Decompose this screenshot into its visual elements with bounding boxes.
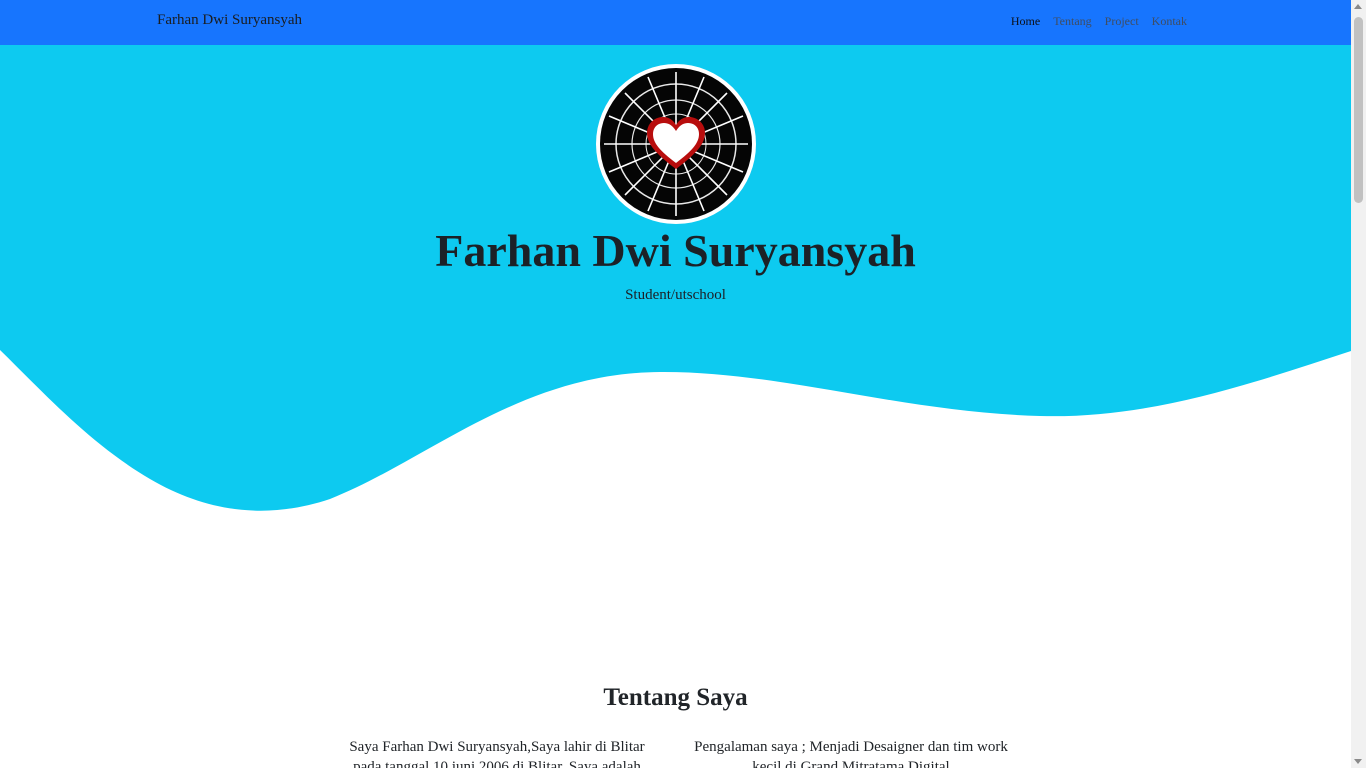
navbar-brand[interactable]: Farhan Dwi Suryansyah <box>157 12 302 29</box>
about-title: Tentang Saya <box>603 684 748 711</box>
page-viewport: Farhan Dwi Suryansyah Home Tentang Proje… <box>0 0 1351 768</box>
navbar: Farhan Dwi Suryansyah Home Tentang Proje… <box>0 0 1351 45</box>
nav-link-kontak[interactable]: Kontak <box>1152 14 1187 29</box>
about-text-right: Pengalaman saya ; Menjadi Desaigner dan … <box>694 739 1008 768</box>
hero-title: Farhan Dwi Suryansyah <box>435 225 916 276</box>
nav-link-home[interactable]: Home <box>1011 14 1040 29</box>
nav-menu: Home Tentang Project Kontak <box>1011 14 1187 29</box>
nav-link-project[interactable]: Project <box>1105 14 1139 29</box>
nav-link-tentang[interactable]: Tentang <box>1053 14 1091 29</box>
about-text-left: Saya Farhan Dwi Suryansyah,Saya lahir di… <box>349 739 645 768</box>
hero-subtitle: Student/utschool <box>625 287 726 303</box>
scrollbar-thumb[interactable] <box>1354 17 1363 203</box>
avatar <box>596 64 756 224</box>
scroll-down-arrow-icon[interactable] <box>1354 759 1362 764</box>
hero-wave-divider <box>0 349 1351 511</box>
scroll-up-arrow-icon[interactable] <box>1354 4 1362 9</box>
scrollbar[interactable] <box>1351 0 1366 768</box>
heart-burst-logo-icon <box>600 68 752 220</box>
